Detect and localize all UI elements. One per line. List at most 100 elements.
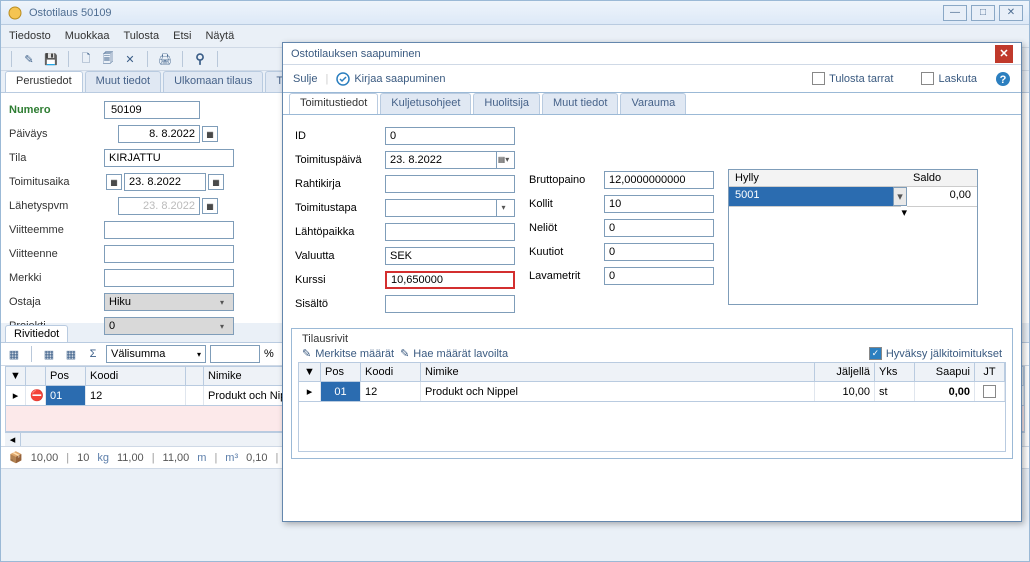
menu-nayta[interactable]: Näytä xyxy=(205,30,234,42)
dialog-close-button[interactable]: ✕ xyxy=(995,45,1013,63)
fld-valuutta[interactable]: SEK xyxy=(385,247,515,265)
gc-koodi[interactable]: 12 xyxy=(86,386,186,405)
tab-perustiedot[interactable]: Perustiedot xyxy=(5,71,83,92)
tab-ulkomaan-tilaus[interactable]: Ulkomaan tilaus xyxy=(163,71,263,92)
sulje-button[interactable]: Sulje xyxy=(293,73,317,85)
gh-koodi[interactable]: Koodi xyxy=(361,363,421,381)
pct-field[interactable] xyxy=(210,345,260,363)
calendar-icon[interactable]: ▦ xyxy=(202,198,218,214)
grid-icon[interactable]: ▦ xyxy=(40,345,58,363)
fld-rahtikirja[interactable] xyxy=(385,175,515,193)
gh-koodi[interactable]: Koodi xyxy=(86,367,186,385)
window-title: Ostotilaus 50109 xyxy=(29,7,112,19)
menu-tulosta[interactable]: Tulosta xyxy=(123,30,159,42)
grid-icon[interactable]: ▦ xyxy=(5,345,23,363)
dialog-tabs: Toimitustiedot Kuljetusohjeet Huolitsija… xyxy=(283,93,1021,115)
fld-toimitustapa[interactable]: ▾ xyxy=(385,199,515,217)
gh-jt[interactable]: JT xyxy=(975,363,1005,381)
pct-label: % xyxy=(264,348,274,360)
minimize-button[interactable]: — xyxy=(943,5,967,21)
edit-icon[interactable]: ✎ xyxy=(20,50,38,68)
lbl-kurssi: Kurssi xyxy=(295,274,385,286)
help-icon[interactable]: ? xyxy=(995,71,1011,87)
gh-blank xyxy=(26,367,46,385)
fld-kuutiot[interactable]: 0 xyxy=(604,243,714,261)
search-icon[interactable]: ⚲ xyxy=(191,50,209,68)
tilausrivit-legend: Tilausrivit xyxy=(298,333,352,345)
save-icon[interactable]: 💾 xyxy=(42,50,60,68)
kirjaa-button[interactable]: Kirjaa saapuminen xyxy=(336,72,445,86)
fld-lavametrit[interactable]: 0 xyxy=(604,267,714,285)
fld-ostaja[interactable]: Hiku▾ xyxy=(104,293,234,311)
gh-jaljella[interactable]: Jäljellä xyxy=(815,363,875,381)
hyvaksy-check[interactable]: ✓Hyväksy jälkitoimitukset xyxy=(869,347,1002,360)
gh-pos[interactable]: Pos xyxy=(321,363,361,381)
fld-projekti[interactable]: 0▾ xyxy=(104,317,234,335)
tab-rivitiedot[interactable]: Rivitiedot xyxy=(5,325,68,342)
hylly-head-saldo[interactable]: Saldo xyxy=(907,170,977,186)
gh-expand[interactable]: ▼ xyxy=(299,363,321,381)
lbl-sisalto: Sisältö xyxy=(295,298,385,310)
fld-id[interactable]: 0 xyxy=(385,127,515,145)
tab-muut-tiedot[interactable]: Muut tiedot xyxy=(85,71,161,92)
gh-saapui[interactable]: Saapui xyxy=(915,363,975,381)
gc-pos[interactable]: 01 xyxy=(46,386,86,405)
dtab-toimitustiedot[interactable]: Toimitustiedot xyxy=(289,93,378,114)
print-icon[interactable]: 🖨 xyxy=(156,50,174,68)
hylly-saldo: 0,00 xyxy=(907,187,977,206)
svg-text:?: ? xyxy=(1000,74,1007,86)
lbl-rahtikirja: Rahtikirja xyxy=(295,178,385,190)
calendar-icon[interactable]: ▦ xyxy=(208,174,224,190)
dtab-varauma[interactable]: Varauma xyxy=(620,93,686,114)
fld-merkki[interactable] xyxy=(104,269,234,287)
menu-etsi[interactable]: Etsi xyxy=(173,30,191,42)
laskuta-check[interactable]: Laskuta xyxy=(921,72,977,85)
merkitse-button[interactable]: ✎Merkitse määrät xyxy=(302,347,394,360)
calendar-icon[interactable]: ▦ xyxy=(202,126,218,142)
fld-viitteemme[interactable] xyxy=(104,221,234,239)
maximize-button[interactable]: □ xyxy=(971,5,995,21)
fld-neliot[interactable]: 0 xyxy=(604,219,714,237)
fld-bruttopaino[interactable]: 12,0000000000 xyxy=(604,171,714,189)
gh-nimike[interactable]: Nimike xyxy=(421,363,815,381)
fld-lahtopaikka[interactable] xyxy=(385,223,515,241)
lbl-id: ID xyxy=(295,130,385,142)
hae-button[interactable]: ✎Hae määrät lavoilta xyxy=(400,347,508,360)
hylly-head-hylly[interactable]: Hylly xyxy=(729,170,907,186)
sigma-icon[interactable]: Σ xyxy=(84,345,102,363)
fld-numero[interactable] xyxy=(104,101,200,119)
gh-pos[interactable]: Pos xyxy=(46,367,86,385)
valisumma-select[interactable]: Välisumma▾ xyxy=(106,345,206,363)
lbl-merkki: Merkki xyxy=(9,272,104,284)
fld-kollit[interactable]: 10 xyxy=(604,195,714,213)
fld-toimitusaika[interactable]: 23. 8.2022 xyxy=(124,173,206,191)
dialog-body: ID0 Toimituspäivä23. 8.2022▦▾ Rahtikirja… xyxy=(283,115,1021,324)
fld-sisalto[interactable] xyxy=(385,295,515,313)
fld-toimituspvm[interactable]: 23. 8.2022▦▾ xyxy=(385,151,515,169)
new-doc-icon[interactable]: 🗋 xyxy=(77,50,95,68)
fld-paivays[interactable]: 8. 8.2022 xyxy=(118,125,200,143)
box-icon: 📦 xyxy=(9,451,23,464)
dtab-muut-tiedot[interactable]: Muut tiedot xyxy=(542,93,618,114)
fld-tila[interactable]: KIRJATTU xyxy=(104,149,234,167)
calendar-icon[interactable]: ▦ xyxy=(106,174,122,190)
fld-lahetyspvm[interactable]: 23. 8.2022 xyxy=(118,197,200,215)
menu-tiedosto[interactable]: Tiedosto xyxy=(9,30,51,42)
dtab-huolitsija[interactable]: Huolitsija xyxy=(473,93,540,114)
fld-kurssi[interactable]: 10,650000 xyxy=(385,271,515,289)
hylly-row[interactable]: 5001 ▾ 0,00 xyxy=(729,187,977,206)
delete-icon[interactable]: ✕ xyxy=(121,50,139,68)
dtab-kuljetusohjeet[interactable]: Kuljetusohjeet xyxy=(380,93,471,114)
lbl-paivays: Päiväys xyxy=(9,128,104,140)
copy-doc-icon[interactable]: 🗐 xyxy=(99,50,117,68)
gh-yks[interactable]: Yks xyxy=(875,363,915,381)
tulosta-tarrat-check[interactable]: Tulosta tarrat xyxy=(812,72,893,85)
grid-icon[interactable]: ▦ xyxy=(62,345,80,363)
fld-viitteenne[interactable] xyxy=(104,245,234,263)
menu-muokkaa[interactable]: Muokkaa xyxy=(65,30,110,42)
gh-expand[interactable]: ▼ xyxy=(6,367,26,385)
lbl-viitteemme: Viitteemme xyxy=(9,224,104,236)
tilausrivit-row[interactable]: ▸ 01 12 Produkt och Nippel 10,00 st 0,00 xyxy=(298,382,1006,402)
jt-check[interactable] xyxy=(983,385,996,398)
close-button[interactable]: ✕ xyxy=(999,5,1023,21)
